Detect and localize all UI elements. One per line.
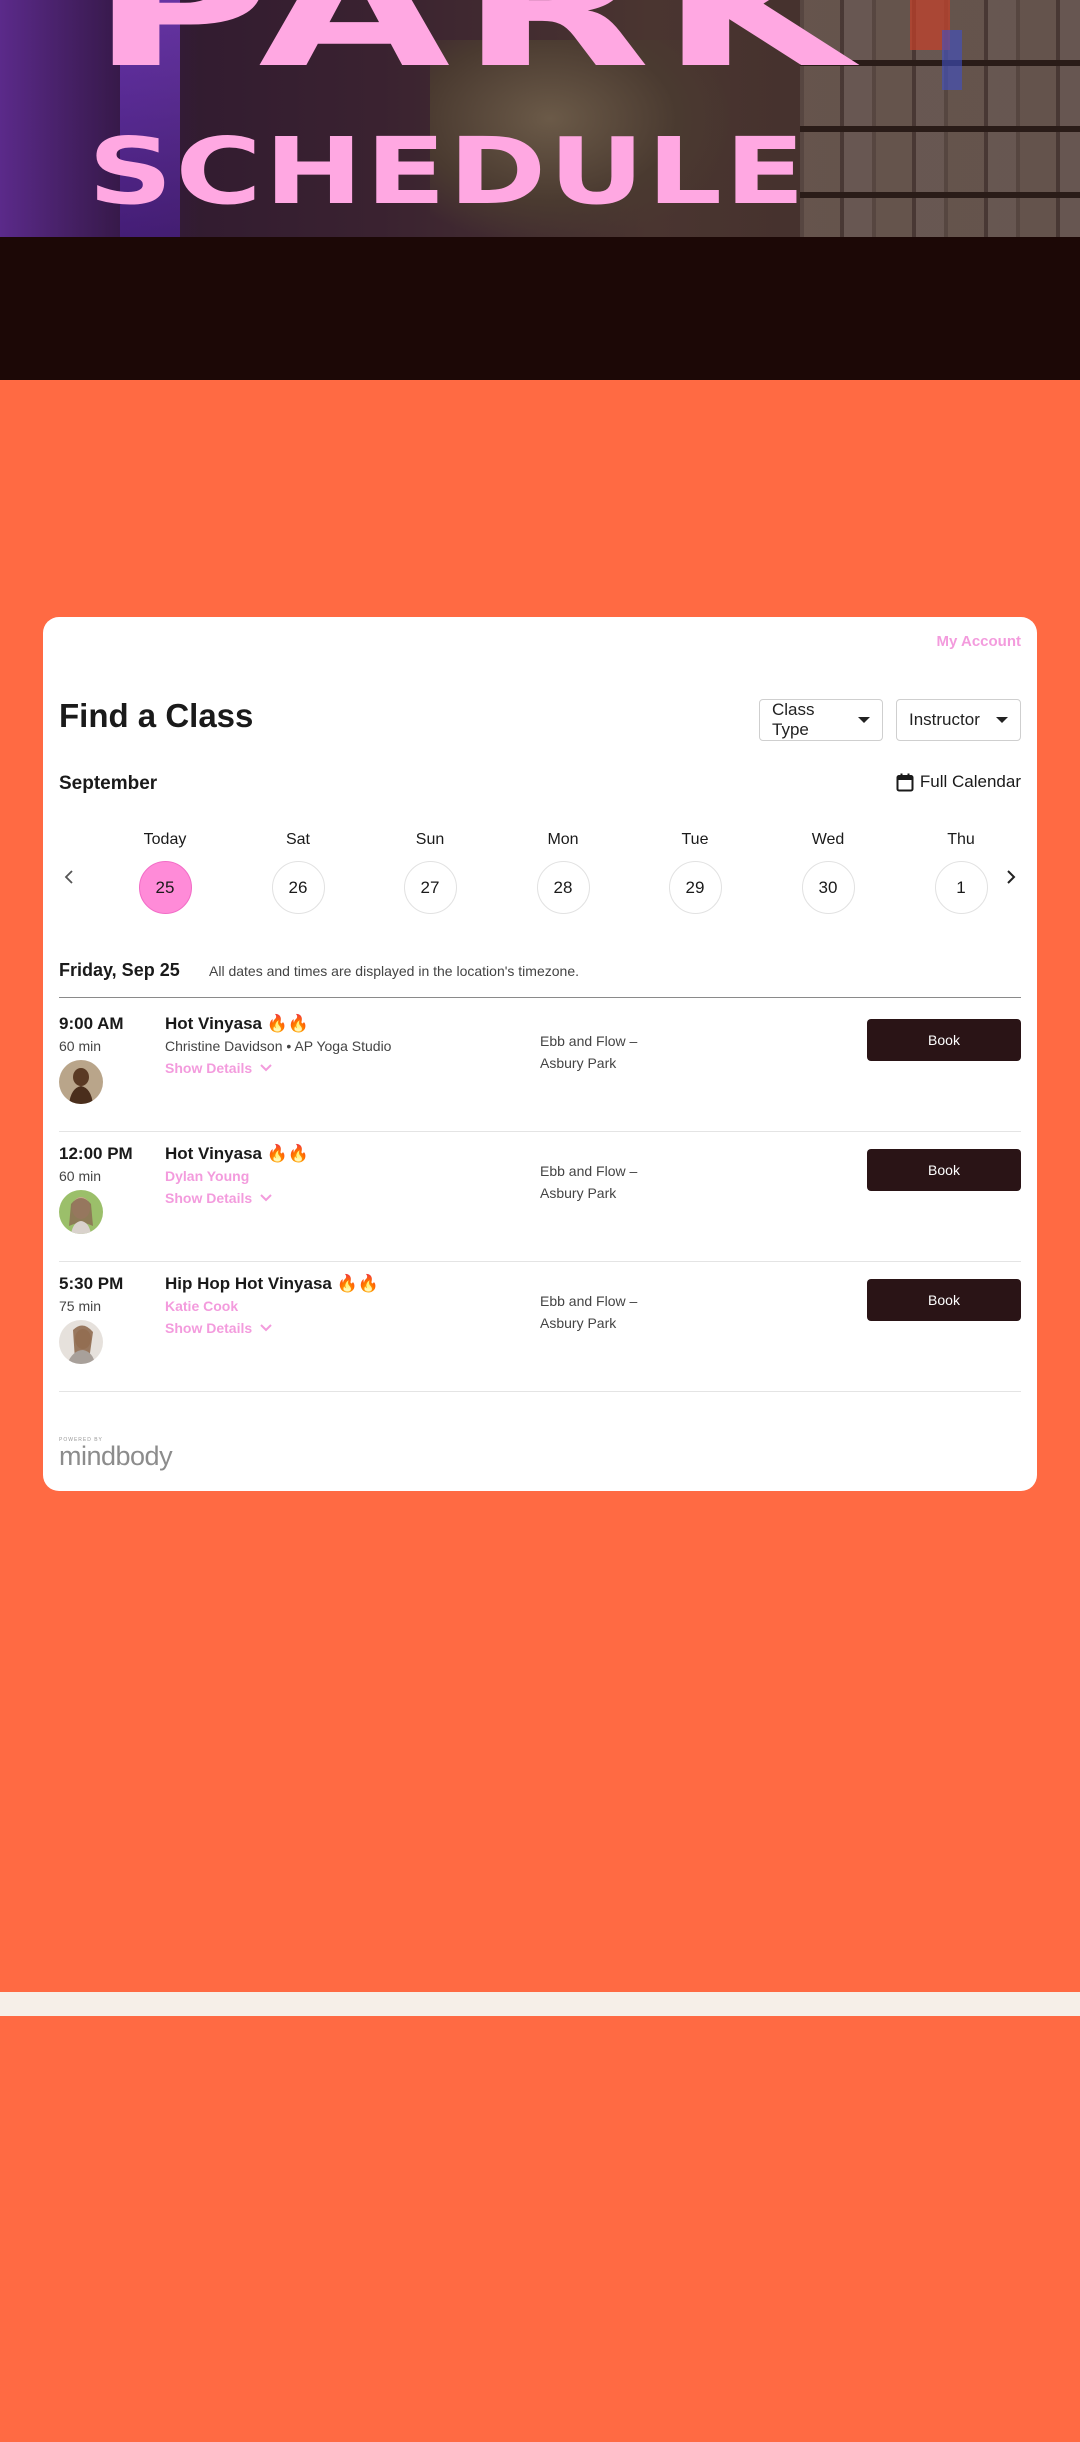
day-number: 27 [403,861,457,914]
class-row: 9:00 AM 60 min Hot Vinyasa 🔥🔥 Christine … [59,1014,1021,1124]
book-button[interactable]: Book [867,1279,1021,1321]
location-line2: Asbury Park [540,1055,617,1071]
class-name: Hip Hop Hot Vinyasa 🔥🔥 [165,1274,379,1294]
class-row: 12:00 PM 60 min Hot Vinyasa 🔥🔥 Dylan You… [59,1144,1021,1254]
class-name-text: Hot Vinyasa [165,1144,263,1163]
divider [59,1131,1021,1132]
day-number: 28 [536,861,590,914]
day-tue[interactable]: Tue 29 [660,831,730,914]
full-calendar-button[interactable]: Full Calendar [896,772,1021,792]
day-name: Sun [415,831,445,848]
class-location: Ebb and Flow – Asbury Park [540,1030,700,1074]
dark-band [0,237,1080,380]
class-duration: 60 min [59,1168,102,1184]
fire-emoji: 🔥🔥 [266,1014,310,1033]
divider [59,1261,1021,1262]
location-line2: Asbury Park [540,1315,617,1331]
day-number: 26 [271,861,325,914]
show-details-toggle[interactable]: Show Details [165,1190,272,1206]
day-picker: Today 25 Sat 26 Sun 27 Mon 28 Tue 29 Wed… [59,831,1021,921]
day-name: Today [143,831,187,848]
selected-date-heading: Friday, Sep 25 [59,960,180,980]
location-line1: Ebb and Flow – [540,1293,638,1309]
instructor-label: Instructor [909,710,980,729]
full-calendar-label: Full Calendar [919,772,1021,791]
class-instructor-link[interactable]: Katie Cook [165,1298,238,1314]
class-row: 5:30 PM 75 min Hip Hop Hot Vinyasa 🔥🔥 Ka… [59,1274,1021,1384]
location-line1: Ebb and Flow – [540,1033,638,1049]
hero-title-line1: PARK [90,0,862,103]
timezone-note: All dates and times are displayed in the… [209,963,579,979]
class-location: Ebb and Flow – Asbury Park [540,1290,700,1334]
class-name: Hot Vinyasa 🔥🔥 [165,1144,309,1164]
day-today[interactable]: Today 25 [130,831,200,914]
class-time: 5:30 PM [59,1274,124,1293]
divider [59,1391,1021,1392]
month-label: September [59,773,158,794]
location-line2: Asbury Park [540,1185,617,1201]
location-line1: Ebb and Flow – [540,1163,638,1179]
class-type-label: Class Type [772,700,815,739]
footer-stripe [0,1992,1080,2016]
fire-emoji: 🔥🔥 [336,1274,379,1293]
day-number: 29 [668,861,722,914]
divider [59,997,1021,998]
class-type-filter[interactable]: Class Type [759,699,883,741]
instructor-filter[interactable]: Instructor [896,699,1021,741]
chevron-down-icon [260,1324,272,1332]
class-time: 9:00 AM [59,1014,124,1033]
fire-emoji: 🔥🔥 [266,1144,310,1163]
day-name: Wed [811,831,845,848]
class-time: 12:00 PM [59,1144,133,1163]
show-details-label: Show Details [165,1060,253,1076]
class-duration: 75 min [59,1298,102,1314]
avatar [59,1190,103,1234]
class-instructor-link[interactable]: Dylan Young [165,1168,249,1184]
hero-photo-blue-light [942,30,962,90]
show-details-label: Show Details [165,1320,253,1336]
calendar-icon [896,773,914,791]
hero-banner: PARK SCHEDULE [0,0,1080,237]
caret-down-icon [996,717,1008,723]
chevron-left-icon[interactable] [59,867,79,887]
class-duration: 60 min [59,1038,102,1054]
chevron-right-icon[interactable] [1001,867,1021,887]
schedule-widget: My Account Find a Class Class Type Instr… [43,617,1037,1491]
class-name-text: Hot Vinyasa [165,1014,263,1033]
avatar [59,1320,103,1364]
day-thu[interactable]: Thu 1 [926,831,996,914]
book-button[interactable]: Book [867,1149,1021,1191]
day-number: 25 [138,861,192,914]
book-button[interactable]: Book [867,1019,1021,1061]
caret-down-icon [858,717,870,723]
day-number: 30 [801,861,855,914]
show-details-toggle[interactable]: Show Details [165,1060,272,1076]
page-title: Find a Class [59,697,254,734]
day-mon[interactable]: Mon 28 [528,831,598,914]
class-instructor: Christine Davidson • AP Yoga Studio [165,1038,392,1054]
day-name: Mon [547,831,579,848]
day-name: Sat [285,831,310,848]
show-details-toggle[interactable]: Show Details [165,1320,272,1336]
day-sun[interactable]: Sun 27 [395,831,465,914]
class-location: Ebb and Flow – Asbury Park [540,1160,700,1204]
my-account-link[interactable]: My Account [937,633,1021,650]
show-details-label: Show Details [165,1190,253,1206]
mindbody-logo[interactable]: mindbody [59,1441,173,1472]
day-name: Thu [947,831,975,848]
day-name: Tue [681,831,709,848]
day-number: 1 [934,861,988,914]
hero-title-line2: SCHEDULE [88,118,808,225]
day-wed[interactable]: Wed 30 [793,831,863,914]
class-name-text: Hip Hop Hot Vinyasa [165,1274,332,1293]
day-sat[interactable]: Sat 26 [263,831,333,914]
chevron-down-icon [260,1194,272,1202]
class-name: Hot Vinyasa 🔥🔥 [165,1014,309,1034]
chevron-down-icon [260,1064,272,1072]
avatar [59,1060,103,1104]
